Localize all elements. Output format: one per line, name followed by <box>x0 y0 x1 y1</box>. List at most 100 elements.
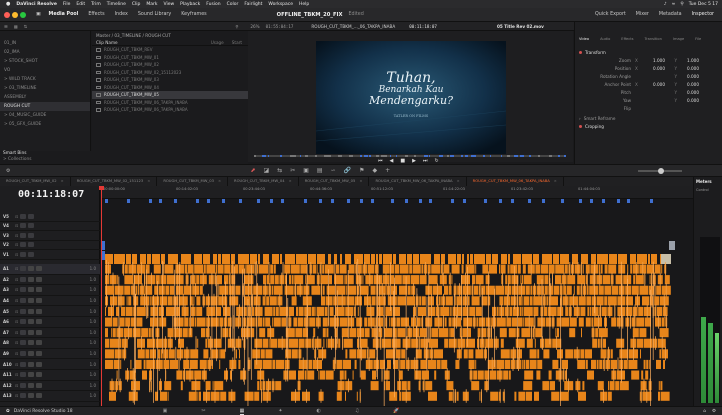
audio-clip-peak[interactable] <box>380 336 382 350</box>
audio-clip[interactable] <box>555 275 561 285</box>
video-clip-v1[interactable] <box>533 254 539 264</box>
title-clip[interactable] <box>463 199 466 203</box>
audio-clip-peak[interactable] <box>150 368 151 382</box>
audio-clip[interactable] <box>293 317 298 327</box>
inspector-tab-audio[interactable]: Audio <box>600 37 610 41</box>
audio-clip[interactable] <box>217 275 222 285</box>
audio-clip[interactable] <box>604 296 608 306</box>
audio-clip[interactable] <box>164 381 172 391</box>
title-clip[interactable] <box>511 199 514 203</box>
audio-clip[interactable] <box>329 275 332 285</box>
audio-clip[interactable] <box>390 275 395 285</box>
audio-clip[interactable] <box>399 264 409 274</box>
audio-clip-peak[interactable] <box>577 262 579 276</box>
audio-clip-peak[interactable] <box>312 336 314 350</box>
audio-clip[interactable] <box>591 359 596 369</box>
audio-clip[interactable] <box>507 264 510 274</box>
audio-clip[interactable] <box>565 306 569 316</box>
close-window-icon[interactable] <box>4 11 10 18</box>
audio-clip[interactable] <box>265 349 273 359</box>
solo-button[interactable] <box>28 329 35 335</box>
audio-clip-peak[interactable] <box>165 368 166 382</box>
video-clip-v1[interactable] <box>648 254 650 264</box>
audio-clip[interactable] <box>407 381 411 391</box>
track-visibility-icon[interactable] <box>28 213 35 219</box>
audio-clip-peak[interactable] <box>182 293 184 308</box>
audio-clip[interactable] <box>119 317 125 327</box>
audio-clip[interactable] <box>177 317 184 327</box>
audio-clip[interactable] <box>524 296 529 306</box>
audio-clip[interactable] <box>369 349 376 359</box>
title-clip[interactable] <box>331 199 334 203</box>
video-clip-v1[interactable] <box>618 254 627 264</box>
audio-clip-peak[interactable] <box>495 336 497 350</box>
mute-button[interactable] <box>36 361 43 367</box>
audio-clip[interactable] <box>175 306 180 316</box>
mute-button[interactable] <box>36 329 43 335</box>
audio-clip[interactable] <box>536 275 544 285</box>
audio-clip-peak[interactable] <box>409 325 411 340</box>
audio-clip[interactable] <box>544 338 552 348</box>
audio-clip-peak[interactable] <box>446 368 448 382</box>
audio-clip-peak[interactable] <box>425 262 426 276</box>
video-track-header[interactable]: V1 ⊡ <box>0 250 100 260</box>
audio-clip-peak[interactable] <box>254 262 256 276</box>
title-clip[interactable] <box>617 199 620 203</box>
audio-cut-mark[interactable] <box>243 268 245 385</box>
wifi-icon[interactable]: ≈ <box>672 2 676 7</box>
audio-clip[interactable] <box>561 317 570 327</box>
audio-clip-peak[interactable] <box>431 304 432 318</box>
auto-select-icon[interactable] <box>20 298 27 304</box>
param-y-value[interactable]: 0.000 <box>677 82 699 87</box>
bin-item[interactable]: > WILD TRACK <box>0 75 90 84</box>
audio-cut-mark[interactable] <box>481 288 483 345</box>
audio-clip[interactable] <box>105 275 109 285</box>
audio-clip[interactable] <box>298 306 304 316</box>
audio-clip-peak[interactable] <box>175 346 177 361</box>
audio-clip[interactable] <box>414 370 422 380</box>
audio-clip-peak[interactable] <box>239 304 240 318</box>
audio-cut-mark[interactable] <box>229 284 231 348</box>
audio-clip[interactable] <box>262 317 265 327</box>
audio-clip[interactable] <box>187 264 194 274</box>
audio-clip[interactable] <box>428 391 437 401</box>
audio-clip[interactable] <box>451 275 453 285</box>
audio-cut-mark[interactable] <box>118 276 120 386</box>
audio-clip[interactable] <box>449 306 451 316</box>
audio-cut-mark[interactable] <box>106 259 107 305</box>
audio-clip[interactable] <box>150 349 156 359</box>
audio-clip-peak[interactable] <box>192 304 194 318</box>
audio-clip[interactable] <box>364 328 370 338</box>
video-clip-v1[interactable] <box>474 254 485 264</box>
audio-cut-mark[interactable] <box>176 262 178 330</box>
audio-clip[interactable] <box>359 285 369 295</box>
cropping-dot-icon[interactable] <box>579 124 582 128</box>
audio-clip[interactable] <box>203 264 206 274</box>
audio-clip[interactable] <box>343 359 351 369</box>
audio-clip[interactable] <box>158 349 160 359</box>
media-pool-button[interactable]: Media Pool <box>49 12 79 17</box>
audio-clip-peak[interactable] <box>643 378 645 393</box>
audio-clip-peak[interactable] <box>654 283 656 297</box>
audio-clip-peak[interactable] <box>438 315 440 329</box>
audio-clip[interactable] <box>448 285 452 295</box>
audio-clip[interactable] <box>661 317 665 327</box>
audio-clip[interactable] <box>189 296 193 306</box>
audio-clip[interactable] <box>523 317 525 327</box>
audio-clip[interactable] <box>145 349 150 359</box>
audio-clip[interactable] <box>615 381 620 391</box>
audio-clip-peak[interactable] <box>172 315 174 329</box>
audio-clip-peak[interactable] <box>655 336 656 350</box>
audio-clip-peak[interactable] <box>335 336 337 350</box>
audio-clip[interactable] <box>596 296 604 306</box>
audio-clip[interactable] <box>444 285 448 295</box>
audio-clip-peak[interactable] <box>633 315 635 329</box>
video-clip-v1[interactable] <box>371 254 375 264</box>
audio-clip[interactable] <box>304 370 307 380</box>
track-lock-icon[interactable]: ⊡ <box>15 298 18 303</box>
auto-select-icon[interactable] <box>20 372 27 378</box>
video-clip-v1[interactable] <box>238 254 249 264</box>
audio-clip[interactable] <box>486 328 488 338</box>
audio-clip[interactable] <box>412 264 421 274</box>
audio-clip-peak[interactable] <box>169 336 171 350</box>
